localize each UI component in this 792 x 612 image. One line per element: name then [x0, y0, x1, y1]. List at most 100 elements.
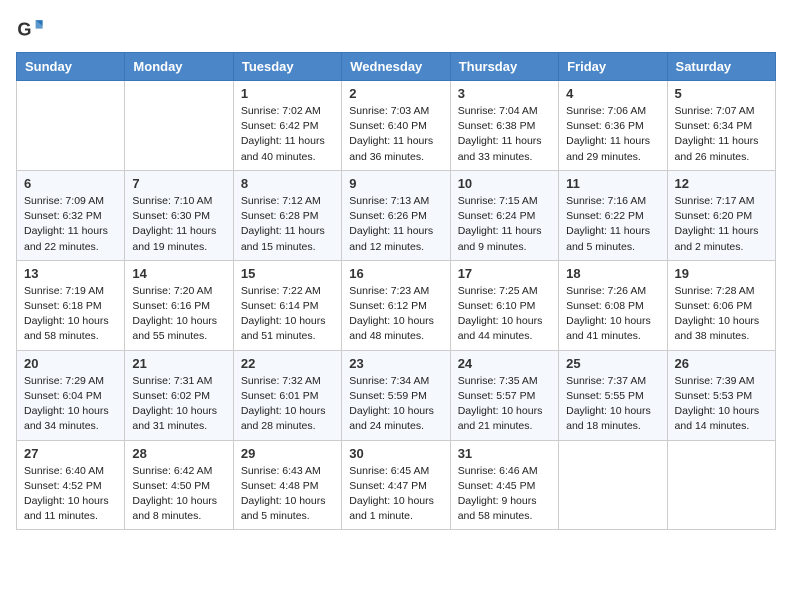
- day-info: Sunrise: 7:39 AM Sunset: 5:53 PM Dayligh…: [675, 374, 768, 435]
- day-number: 3: [458, 86, 551, 101]
- logo: G: [16, 16, 48, 44]
- calendar-cell: 15 Sunrise: 7:22 AM Sunset: 6:14 PM Dayli…: [233, 260, 341, 350]
- calendar-cell: 18 Sunrise: 7:26 AM Sunset: 6:08 PM Dayli…: [559, 260, 667, 350]
- day-info: Sunrise: 7:37 AM Sunset: 5:55 PM Dayligh…: [566, 374, 659, 435]
- day-info: Sunrise: 7:06 AM Sunset: 6:36 PM Dayligh…: [566, 104, 659, 165]
- day-info: Sunrise: 6:46 AM Sunset: 4:45 PM Dayligh…: [458, 464, 551, 525]
- day-info: Sunrise: 7:23 AM Sunset: 6:12 PM Dayligh…: [349, 284, 442, 345]
- svg-text:G: G: [17, 20, 31, 40]
- day-number: 29: [241, 446, 334, 461]
- calendar-cell: [559, 440, 667, 530]
- calendar-cell: 23 Sunrise: 7:34 AM Sunset: 5:59 PM Dayli…: [342, 350, 450, 440]
- day-info: Sunrise: 7:09 AM Sunset: 6:32 PM Dayligh…: [24, 194, 117, 255]
- calendar-cell: 10Sunrise: 7:15 AM Sunset: 6:24 PM Dayli…: [450, 170, 558, 260]
- calendar-cell: 16 Sunrise: 7:23 AM Sunset: 6:12 PM Dayli…: [342, 260, 450, 350]
- weekday-header-friday: Friday: [559, 53, 667, 81]
- weekday-header-sunday: Sunday: [17, 53, 125, 81]
- day-info: Sunrise: 7:04 AM Sunset: 6:38 PM Dayligh…: [458, 104, 551, 165]
- day-number: 26: [675, 356, 768, 371]
- calendar-cell: 27Sunrise: 6:40 AM Sunset: 4:52 PM Dayli…: [17, 440, 125, 530]
- day-info: Sunrise: 7:31 AM Sunset: 6:02 PM Dayligh…: [132, 374, 225, 435]
- day-number: 1: [241, 86, 334, 101]
- day-info: Sunrise: 7:32 AM Sunset: 6:01 PM Dayligh…: [241, 374, 334, 435]
- weekday-header-tuesday: Tuesday: [233, 53, 341, 81]
- day-info: Sunrise: 7:35 AM Sunset: 5:57 PM Dayligh…: [458, 374, 551, 435]
- calendar-cell: 29 Sunrise: 6:43 AM Sunset: 4:48 PM Dayli…: [233, 440, 341, 530]
- calendar-cell: 5 Sunrise: 7:07 AM Sunset: 6:34 PM Daylig…: [667, 81, 775, 171]
- day-info: Sunrise: 7:10 AM Sunset: 6:30 PM Dayligh…: [132, 194, 225, 255]
- day-info: Sunrise: 7:28 AM Sunset: 6:06 PM Dayligh…: [675, 284, 768, 345]
- day-number: 25: [566, 356, 659, 371]
- calendar-cell: 28 Sunrise: 6:42 AM Sunset: 4:50 PM Dayli…: [125, 440, 233, 530]
- day-info: Sunrise: 7:17 AM Sunset: 6:20 PM Dayligh…: [675, 194, 768, 255]
- calendar-cell: 19Sunrise: 7:28 AM Sunset: 6:06 PM Dayli…: [667, 260, 775, 350]
- logo-icon: G: [16, 16, 44, 44]
- calendar-week-row: 1 Sunrise: 7:02 AM Sunset: 6:42 PM Daylig…: [17, 81, 776, 171]
- day-number: 13: [24, 266, 117, 281]
- day-number: 24: [458, 356, 551, 371]
- day-number: 30: [349, 446, 442, 461]
- calendar-week-row: 13 Sunrise: 7:19 AM Sunset: 6:18 PM Dayli…: [17, 260, 776, 350]
- day-info: Sunrise: 7:07 AM Sunset: 6:34 PM Dayligh…: [675, 104, 768, 165]
- day-number: 21: [132, 356, 225, 371]
- calendar-cell: 11 Sunrise: 7:16 AM Sunset: 6:22 PM Dayli…: [559, 170, 667, 260]
- calendar-cell: 7 Sunrise: 7:10 AM Sunset: 6:30 PM Daylig…: [125, 170, 233, 260]
- day-number: 6: [24, 176, 117, 191]
- calendar-cell: 12 Sunrise: 7:17 AM Sunset: 6:20 PM Dayli…: [667, 170, 775, 260]
- calendar-week-row: 20 Sunrise: 7:29 AM Sunset: 6:04 PM Dayli…: [17, 350, 776, 440]
- day-number: 8: [241, 176, 334, 191]
- day-number: 15: [241, 266, 334, 281]
- calendar-cell: 20 Sunrise: 7:29 AM Sunset: 6:04 PM Dayli…: [17, 350, 125, 440]
- day-info: Sunrise: 7:15 AM Sunset: 6:24 PM Dayligh…: [458, 194, 551, 255]
- calendar-cell: 17 Sunrise: 7:25 AM Sunset: 6:10 PM Dayli…: [450, 260, 558, 350]
- day-info: Sunrise: 7:12 AM Sunset: 6:28 PM Dayligh…: [241, 194, 334, 255]
- weekday-header-thursday: Thursday: [450, 53, 558, 81]
- day-number: 7: [132, 176, 225, 191]
- day-info: Sunrise: 7:13 AM Sunset: 6:26 PM Dayligh…: [349, 194, 442, 255]
- calendar-cell: 14Sunrise: 7:20 AM Sunset: 6:16 PM Dayli…: [125, 260, 233, 350]
- day-info: Sunrise: 6:42 AM Sunset: 4:50 PM Dayligh…: [132, 464, 225, 525]
- calendar-week-row: 6 Sunrise: 7:09 AM Sunset: 6:32 PM Daylig…: [17, 170, 776, 260]
- day-number: 5: [675, 86, 768, 101]
- calendar-table: SundayMondayTuesdayWednesdayThursdayFrid…: [16, 52, 776, 530]
- calendar-cell: 4 Sunrise: 7:06 AM Sunset: 6:36 PM Daylig…: [559, 81, 667, 171]
- day-number: 18: [566, 266, 659, 281]
- day-number: 11: [566, 176, 659, 191]
- calendar-cell: 1 Sunrise: 7:02 AM Sunset: 6:42 PM Daylig…: [233, 81, 341, 171]
- calendar-cell: 9Sunrise: 7:13 AM Sunset: 6:26 PM Daylig…: [342, 170, 450, 260]
- day-number: 31: [458, 446, 551, 461]
- day-number: 28: [132, 446, 225, 461]
- day-number: 20: [24, 356, 117, 371]
- calendar-cell: 13 Sunrise: 7:19 AM Sunset: 6:18 PM Dayli…: [17, 260, 125, 350]
- day-info: Sunrise: 7:03 AM Sunset: 6:40 PM Dayligh…: [349, 104, 442, 165]
- day-info: Sunrise: 7:29 AM Sunset: 6:04 PM Dayligh…: [24, 374, 117, 435]
- calendar-cell: [667, 440, 775, 530]
- day-number: 4: [566, 86, 659, 101]
- calendar-cell: [17, 81, 125, 171]
- day-info: Sunrise: 7:34 AM Sunset: 5:59 PM Dayligh…: [349, 374, 442, 435]
- day-number: 16: [349, 266, 442, 281]
- calendar-cell: 3 Sunrise: 7:04 AM Sunset: 6:38 PM Daylig…: [450, 81, 558, 171]
- calendar-cell: 30 Sunrise: 6:45 AM Sunset: 4:47 PM Dayli…: [342, 440, 450, 530]
- day-number: 22: [241, 356, 334, 371]
- day-info: Sunrise: 6:45 AM Sunset: 4:47 PM Dayligh…: [349, 464, 442, 525]
- calendar-cell: 24 Sunrise: 7:35 AM Sunset: 5:57 PM Dayli…: [450, 350, 558, 440]
- day-number: 12: [675, 176, 768, 191]
- calendar-header-row: SundayMondayTuesdayWednesdayThursdayFrid…: [17, 53, 776, 81]
- weekday-header-saturday: Saturday: [667, 53, 775, 81]
- day-number: 17: [458, 266, 551, 281]
- day-info: Sunrise: 7:02 AM Sunset: 6:42 PM Dayligh…: [241, 104, 334, 165]
- day-number: 27: [24, 446, 117, 461]
- day-info: Sunrise: 7:25 AM Sunset: 6:10 PM Dayligh…: [458, 284, 551, 345]
- day-number: 23: [349, 356, 442, 371]
- day-info: Sunrise: 6:43 AM Sunset: 4:48 PM Dayligh…: [241, 464, 334, 525]
- day-info: Sunrise: 7:19 AM Sunset: 6:18 PM Dayligh…: [24, 284, 117, 345]
- calendar-cell: 2Sunrise: 7:03 AM Sunset: 6:40 PM Daylig…: [342, 81, 450, 171]
- day-info: Sunrise: 7:22 AM Sunset: 6:14 PM Dayligh…: [241, 284, 334, 345]
- calendar-cell: 31 Sunrise: 6:46 AM Sunset: 4:45 PM Dayli…: [450, 440, 558, 530]
- calendar-cell: 8 Sunrise: 7:12 AM Sunset: 6:28 PM Daylig…: [233, 170, 341, 260]
- day-number: 14: [132, 266, 225, 281]
- weekday-header-wednesday: Wednesday: [342, 53, 450, 81]
- day-info: Sunrise: 7:16 AM Sunset: 6:22 PM Dayligh…: [566, 194, 659, 255]
- day-info: Sunrise: 7:26 AM Sunset: 6:08 PM Dayligh…: [566, 284, 659, 345]
